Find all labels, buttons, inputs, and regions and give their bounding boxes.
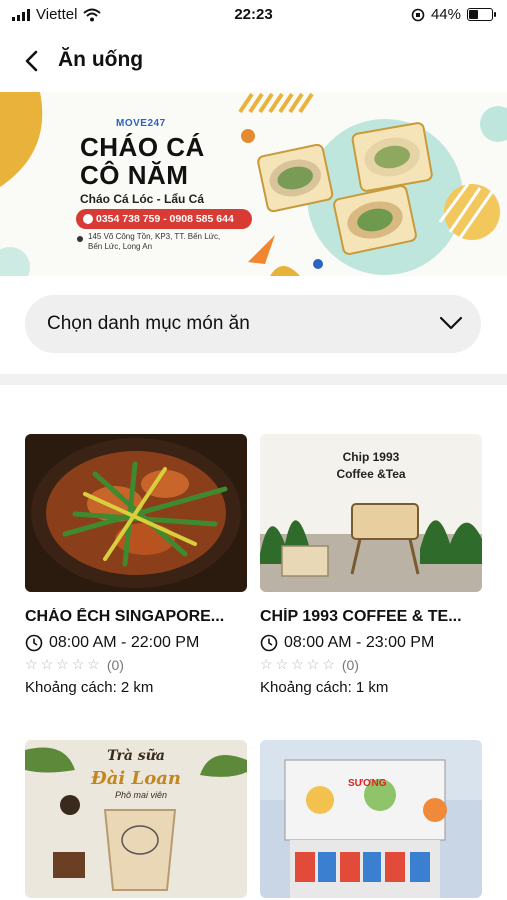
battery-percent: 44% (430, 6, 461, 23)
status-right: 44% (411, 6, 496, 23)
listing-rating: ☆ ☆ ☆ ☆ ☆ (0) (260, 656, 482, 673)
listing-hours: 08:00 AM - 23:00 PM (260, 634, 482, 652)
star-icon: ☆ (25, 656, 38, 672)
listing-card[interactable]: Chip 1993 Coffee &Tea CHÍP 1993 COFFEE &… (260, 434, 482, 696)
banner-address-line2: Bến Lức, Long An (88, 242, 153, 251)
battery-icon (467, 8, 496, 21)
banner-address-line1: 145 Võ Công Tồn, KP3, TT. Bến Lức, (88, 232, 221, 241)
banner-name-line2: CÔ NĂM (80, 160, 189, 190)
banner-name-line1: CHÁO CÁ (80, 132, 205, 162)
clock-icon (25, 634, 43, 652)
star-icon: ☆ (71, 656, 85, 672)
banner-phone: 0354 738 759 - 0908 585 644 (96, 213, 234, 225)
listing-rating: ☆ ☆ ☆ ☆ ☆ (0) (25, 656, 247, 673)
listing-hours-text: 08:00 AM - 22:00 PM (49, 634, 200, 651)
banner-subtitle: Cháo Cá Lóc - Lẩu Cá (80, 192, 205, 206)
listing-card[interactable]: SƯƠNG (260, 740, 482, 898)
banner-brand: MOVE247 (116, 118, 166, 129)
listing-hours: 08:00 AM - 22:00 PM (25, 634, 247, 652)
listing-image (25, 434, 247, 592)
section-divider (0, 374, 507, 385)
listing-image-caption-1: Trà sữa (107, 748, 165, 764)
promo-banner[interactable]: MOVE247 CHÁO CÁ CÔ NĂM Cháo Cá Lóc - Lẩu… (0, 92, 507, 276)
listing-name: CHÍP 1993 COFFEE & TE... (260, 608, 462, 625)
listing-distance: Khoảng cách: 2 km (25, 679, 154, 696)
listing-image-caption-2: Coffee &Tea (336, 467, 406, 481)
star-icon: ☆ (40, 656, 54, 672)
star-icon: ☆ (306, 656, 320, 672)
chevron-left-icon (25, 50, 38, 72)
chevron-down-icon (439, 316, 463, 330)
orientation-lock-icon (411, 8, 425, 21)
star-icon: ☆ (260, 656, 273, 672)
star-icon: ☆ (291, 656, 304, 672)
listing-name: CHÁO ẾCH SINGAPORE... (25, 608, 225, 625)
listing-image-caption-1: SƯƠNG (348, 778, 387, 789)
star-icon: ☆ (275, 656, 289, 672)
listing-distance: Khoảng cách: 1 km (260, 679, 389, 696)
star-icon: ☆ (322, 656, 335, 672)
rating-count: (0) (106, 656, 124, 673)
back-button[interactable] (16, 46, 46, 76)
page-title: Ăn uống (58, 48, 144, 71)
banner-artwork (0, 92, 507, 276)
star-icon: ☆ (87, 656, 100, 672)
rating-count: (0) (341, 656, 359, 673)
listing-card[interactable]: CHÁO ẾCH SINGAPORE... 08:00 AM - 22:00 P… (25, 434, 247, 696)
listing-card[interactable]: Trà sữa Đài Loan Phô mai viên (25, 740, 247, 898)
top-nav: Ăn uống (0, 40, 507, 80)
listing-image-caption-1: Chip 1993 (342, 450, 400, 464)
clock-icon (260, 634, 278, 652)
listing-hours-text: 08:00 AM - 23:00 PM (284, 634, 435, 651)
listing-image-caption-2: Đài Loan (91, 768, 181, 789)
category-dropdown[interactable]: Chọn danh mục món ăn (25, 295, 481, 353)
listing-image-caption-3: Phô mai viên (115, 790, 168, 800)
listing-image: SƯƠNG (260, 740, 482, 898)
listing-image: Trà sữa Đài Loan Phô mai viên (25, 740, 247, 898)
status-bar: Viettel 22:23 44% (0, 0, 507, 28)
category-dropdown-label: Chọn danh mục món ăn (47, 313, 250, 334)
listing-image: Chip 1993 Coffee &Tea (260, 434, 482, 592)
star-icon: ☆ (56, 656, 69, 672)
